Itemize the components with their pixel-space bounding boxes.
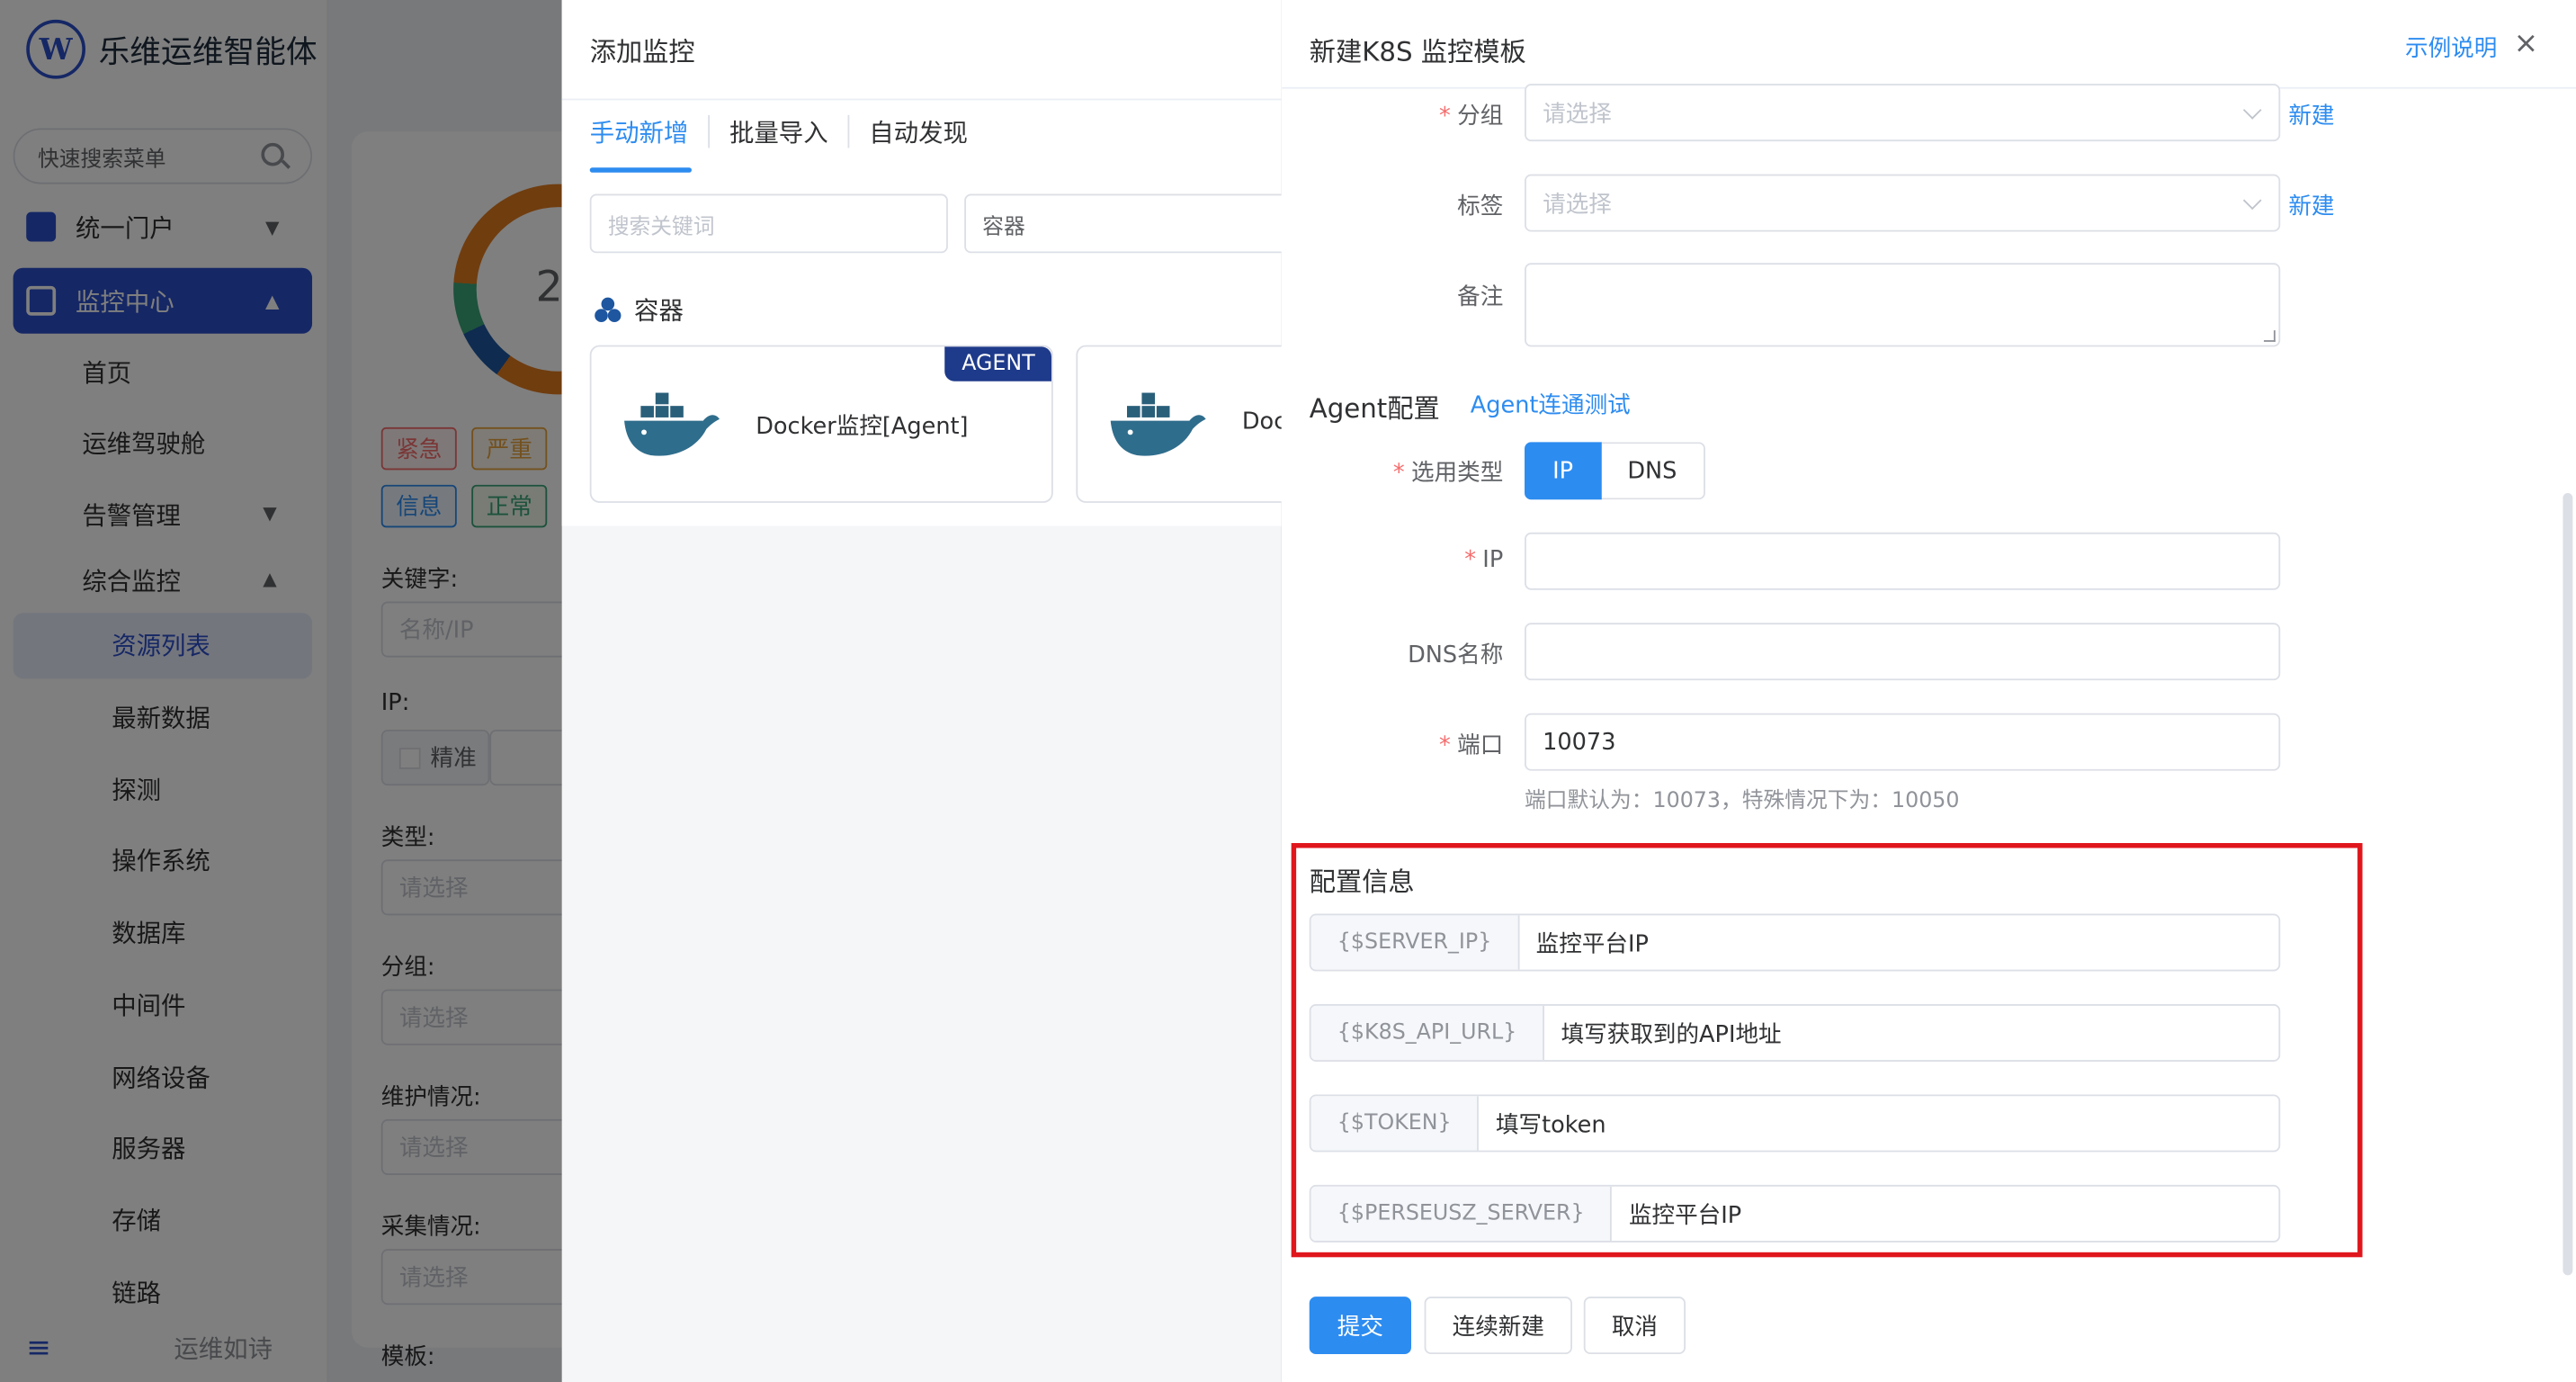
k8s-drawer-header: 新建K8S 监控模板 示例说明 × bbox=[1281, 0, 2576, 89]
new-group-link[interactable]: 新建 bbox=[2288, 99, 2334, 132]
type-radio-group: IP DNS bbox=[1525, 442, 1705, 500]
port-input[interactable]: 10073 bbox=[1525, 713, 2281, 771]
submit-button[interactable]: 提交 bbox=[1309, 1297, 1411, 1355]
port-hint: 端口默认为：10073，特殊情况下为：10050 bbox=[1525, 788, 1960, 814]
category-label: 容器 bbox=[634, 295, 684, 326]
resize-handle-icon[interactable] bbox=[2263, 330, 2276, 342]
macro-value-input[interactable]: 监控平台IP bbox=[1613, 1187, 2279, 1241]
remark-textarea[interactable] bbox=[1525, 263, 2281, 347]
required-mark: * bbox=[1439, 103, 1451, 130]
dns-name-input[interactable] bbox=[1525, 623, 2281, 681]
tab-batch-import[interactable]: 批量导入 bbox=[729, 114, 850, 148]
tag-label: 标签 bbox=[1457, 193, 1504, 220]
docker-whale-icon bbox=[1110, 392, 1206, 456]
tag-placeholder: 请选择 bbox=[1543, 191, 1612, 219]
donut-total: 2 bbox=[535, 263, 563, 313]
category-heading: 容器 bbox=[595, 292, 684, 327]
type-select[interactable]: 容器 bbox=[964, 193, 1293, 254]
new-tag-link[interactable]: 新建 bbox=[2288, 189, 2334, 222]
required-mark: * bbox=[1464, 547, 1476, 574]
keyword-search-input[interactable]: 搜索关键词 bbox=[589, 193, 948, 254]
k8s-template-drawer: 新建K8S 监控模板 示例说明 × * 分组 请选择 新建 标签 请选择 新建 备… bbox=[1281, 0, 2576, 1382]
group-label-text: 分组 bbox=[1457, 103, 1504, 130]
required-mark: * bbox=[1392, 460, 1405, 487]
docker-whale-icon bbox=[624, 392, 720, 456]
chevron-down-icon bbox=[2242, 101, 2262, 120]
cancel-button[interactable]: 取消 bbox=[1583, 1297, 1686, 1355]
macro-value-input[interactable]: 填写获取到的API地址 bbox=[1544, 1006, 2278, 1060]
tab-manual-add[interactable]: 手动新增 bbox=[590, 114, 711, 148]
close-icon[interactable]: × bbox=[2514, 26, 2539, 60]
add-monitor-tabs: 手动新增 批量导入 自动发现 bbox=[590, 114, 1007, 148]
add-monitor-drawer: 添加监控 手动新增 批量导入 自动发现 搜索关键词 容器 容器 AGENT Do… bbox=[561, 0, 1540, 1382]
tag-select[interactable]: 请选择 bbox=[1525, 174, 2281, 232]
macro-key: {$PERSEUSZ_SERVER} bbox=[1310, 1186, 1613, 1242]
agent-connectivity-test-link[interactable]: Agent连通测试 bbox=[1471, 388, 1631, 421]
macro-key: {$TOKEN} bbox=[1310, 1096, 1480, 1151]
macro-key: {$SERVER_IP} bbox=[1310, 915, 1520, 970]
example-help-link[interactable]: 示例说明 bbox=[2405, 31, 2497, 65]
dns-label: DNS名称 bbox=[1408, 642, 1504, 669]
container-icon bbox=[595, 296, 622, 323]
group-select[interactable]: 请选择 bbox=[1525, 84, 2281, 142]
macro-value-input[interactable]: 监控平台IP bbox=[1519, 915, 2278, 969]
app-root: W 乐维运维智能体 快速搜索菜单 统一门户 ▼ 监控中心 ▲ 首页 运维驾驶舱 … bbox=[0, 0, 2576, 1382]
ip-label: * IP bbox=[1464, 547, 1503, 573]
active-tab-indicator bbox=[589, 167, 692, 173]
remark-label: 备注 bbox=[1457, 283, 1504, 311]
group-placeholder: 请选择 bbox=[1543, 101, 1612, 128]
add-monitor-header: 添加监控 bbox=[561, 0, 1282, 99]
tab-auto-discover[interactable]: 自动发现 bbox=[869, 115, 988, 148]
chevron-down-icon bbox=[2242, 191, 2262, 211]
ip-input[interactable] bbox=[1525, 532, 2281, 590]
macro-row-k8s-api-url: {$K8S_API_URL} 填写获取到的API地址 bbox=[1309, 1004, 2281, 1062]
required-mark: * bbox=[1439, 732, 1451, 759]
agent-config-heading: Agent配置 bbox=[1309, 392, 1440, 425]
macro-row-token: {$TOKEN} 填写token bbox=[1309, 1094, 2281, 1153]
drawer-scrollbar[interactable] bbox=[2563, 492, 2573, 1276]
docker-agent-card[interactable]: AGENT Docker监控[Agent] bbox=[589, 345, 1053, 503]
ip-label-text: IP bbox=[1482, 547, 1504, 574]
macro-key: {$K8S_API_URL} bbox=[1310, 1005, 1545, 1061]
agent-badge: AGENT bbox=[944, 346, 1051, 381]
type-label: * 选用类型 bbox=[1393, 455, 1503, 489]
macro-value-input[interactable]: 填写token bbox=[1480, 1096, 2279, 1150]
card-title: Doc bbox=[1241, 408, 1287, 436]
port-label-text: 端口 bbox=[1457, 732, 1504, 759]
type-label-text: 选用类型 bbox=[1410, 460, 1504, 487]
macro-row-server-ip: {$SERVER_IP} 监控平台IP bbox=[1309, 913, 2281, 972]
continue-create-button[interactable]: 连续新建 bbox=[1424, 1297, 1572, 1355]
card-title: Docker监控[Agent] bbox=[756, 414, 969, 441]
type-option-ip[interactable]: IP bbox=[1525, 442, 1602, 500]
group-label: * 分组 bbox=[1439, 99, 1503, 132]
type-option-dns[interactable]: DNS bbox=[1601, 442, 1705, 500]
config-info-heading: 配置信息 bbox=[1309, 866, 1415, 898]
k8s-drawer-title: 新建K8S 监控模板 bbox=[1309, 36, 1526, 67]
port-label: * 端口 bbox=[1439, 728, 1503, 761]
macro-row-perseusz-server: {$PERSEUSZ_SERVER} 监控平台IP bbox=[1309, 1184, 2281, 1243]
add-monitor-title: 添加监控 bbox=[589, 36, 695, 67]
